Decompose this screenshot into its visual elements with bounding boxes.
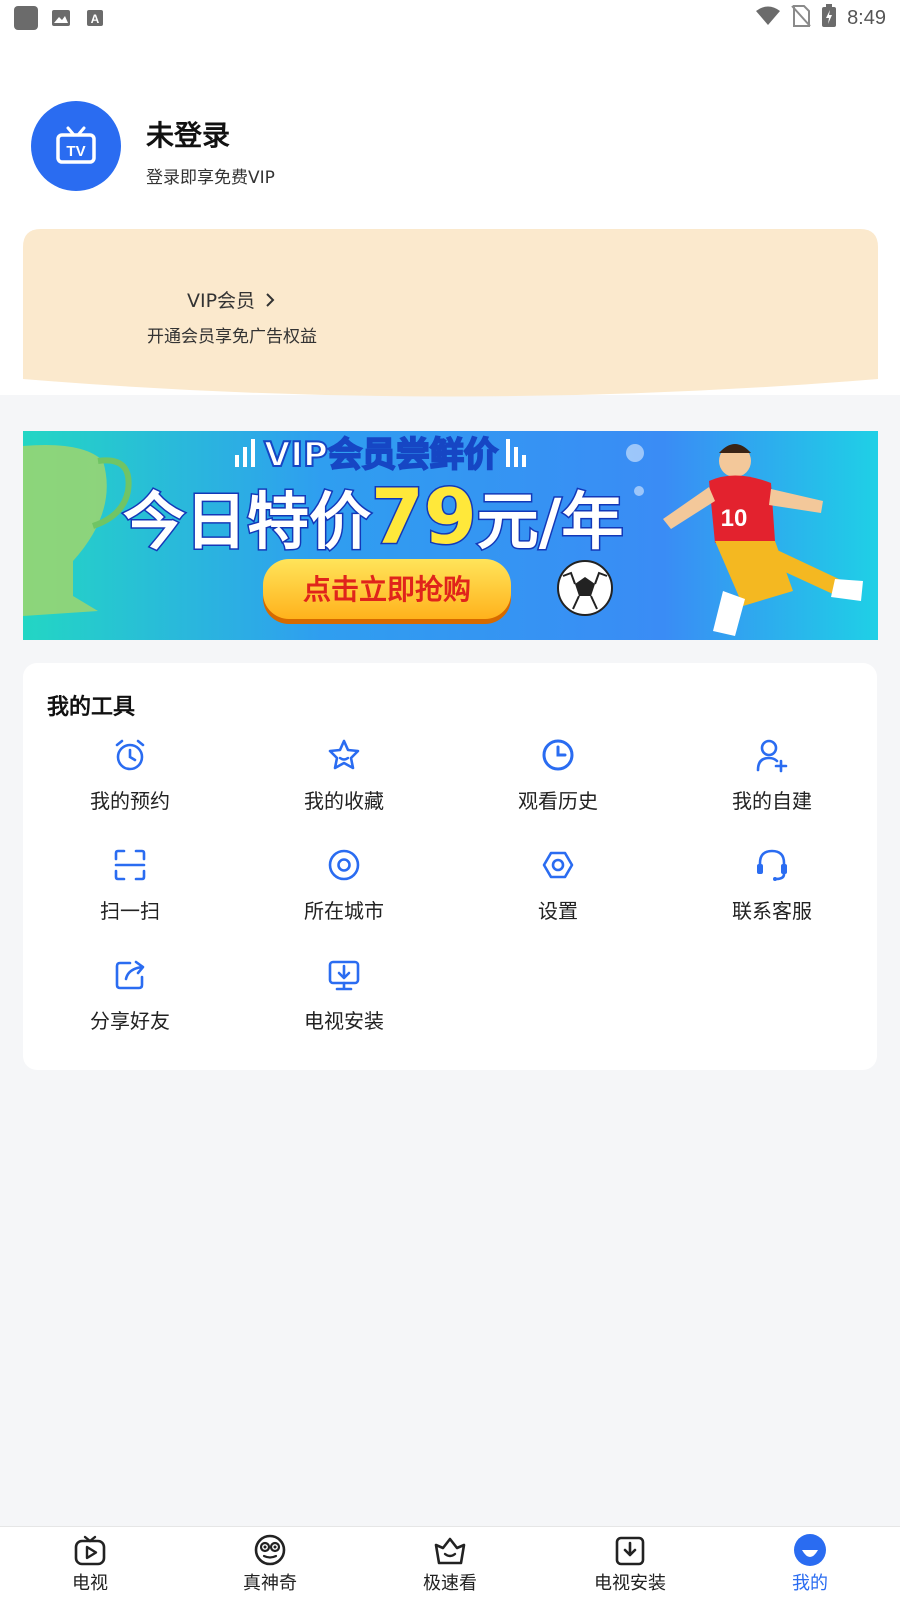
image-notification-icon: [50, 7, 72, 29]
app-notification-icon: [14, 6, 38, 30]
tool-customer-service[interactable]: 联系客服: [665, 841, 879, 941]
share-icon: [115, 960, 145, 990]
vip-subtitle: 开通会员享免广告权益: [147, 327, 317, 347]
profile-icon: [794, 1534, 826, 1566]
nav-label: 真神奇: [243, 1573, 297, 1594]
tv-icon: TV: [56, 126, 96, 164]
location-pin-icon: [328, 849, 360, 881]
tool-label: 设置: [538, 899, 578, 923]
tool-reservation[interactable]: 我的预约: [23, 731, 237, 831]
tool-label: 分享好友: [90, 1009, 170, 1033]
headset-icon: [757, 849, 787, 881]
nav-label: 极速看: [423, 1573, 477, 1594]
soccer-ball-icon: [557, 560, 613, 616]
banner-headline: VIP会员尝鲜价: [264, 435, 498, 475]
add-user-icon: [756, 739, 788, 773]
tool-tv-install[interactable]: 电视安装: [237, 951, 451, 1051]
tool-share[interactable]: 分享好友: [23, 951, 237, 1051]
tool-self-built[interactable]: 我的自建: [665, 731, 879, 831]
tool-label: 电视安装: [304, 1009, 384, 1033]
tools-card: 我的工具 我的预约 我的收藏 观看历史 我的自建 扫一扫 所在城市 设置 联系客…: [23, 663, 877, 1070]
tool-favorites[interactable]: 我的收藏: [237, 731, 451, 831]
nav-tv[interactable]: 电视: [0, 1527, 180, 1601]
tool-label: 扫一扫: [100, 899, 160, 923]
vip-title[interactable]: VIP会员: [187, 286, 275, 313]
tool-scan[interactable]: 扫一扫: [23, 841, 237, 941]
svg-text:TV: TV: [66, 143, 85, 160]
battery-charging-icon: [821, 4, 837, 32]
promo-banner[interactable]: VIP会员尝鲜价 今日特价79元/年 点击立即抢购 10: [23, 431, 878, 640]
tool-label: 我的自建: [732, 789, 812, 813]
buy-now-label: 点击立即抢购: [303, 573, 471, 606]
nav-tv-install[interactable]: 电视安装: [540, 1527, 720, 1601]
chevron-right-icon: [266, 292, 275, 307]
banner-price-line: 今日特价79元/年: [123, 472, 623, 561]
tool-settings[interactable]: 设置: [451, 841, 665, 941]
tool-label: 我的预约: [90, 789, 170, 813]
bottom-nav: 电视 真神奇 极速看 电视安装 我的: [0, 1526, 900, 1601]
scan-icon: [114, 849, 146, 881]
tv-download-icon: [328, 960, 360, 991]
banner-price: 79: [371, 472, 477, 561]
banner-price-prefix: 今日特价: [123, 485, 371, 558]
clock-icon: [542, 739, 574, 771]
banner-price-suffix: 元/年: [477, 485, 624, 558]
eyes-icon: [254, 1534, 286, 1566]
crown-basket-icon: [434, 1537, 466, 1565]
login-prompt[interactable]: 登录即享免费VIP: [146, 163, 275, 188]
nav-amazing[interactable]: 真神奇: [180, 1527, 360, 1601]
nav-mine[interactable]: 我的: [720, 1527, 900, 1601]
no-sim-icon: [791, 5, 811, 31]
wifi-icon: [755, 6, 781, 30]
tool-history[interactable]: 观看历史: [451, 731, 665, 831]
status-time: 8:49: [847, 6, 886, 29]
vip-title-label: VIP会员: [187, 290, 256, 312]
avatar[interactable]: TV: [31, 101, 121, 191]
jersey-number: 10: [721, 505, 748, 532]
status-bar: A 8:49: [0, 0, 900, 38]
user-name[interactable]: 未登录: [146, 114, 230, 154]
vip-card[interactable]: [23, 229, 878, 409]
star-icon: [328, 739, 360, 770]
tool-label: 所在城市: [304, 899, 384, 923]
tool-label: 联系客服: [732, 899, 812, 923]
tools-title: 我的工具: [47, 695, 136, 720]
alarm-clock-icon: [115, 739, 145, 771]
download-box-icon: [615, 1536, 645, 1566]
svg-text:A: A: [91, 12, 100, 26]
nav-fast-watch[interactable]: 极速看: [360, 1527, 540, 1601]
nav-label: 电视安装: [594, 1573, 666, 1594]
font-notification-icon: A: [84, 7, 106, 29]
tool-city[interactable]: 所在城市: [237, 841, 451, 941]
play-tv-icon: [74, 1535, 106, 1566]
settings-hex-icon: [542, 851, 574, 879]
tool-label: 观看历史: [518, 789, 598, 813]
nav-label: 电视: [72, 1573, 108, 1594]
tool-label: 我的收藏: [304, 789, 384, 813]
nav-label: 我的: [792, 1573, 828, 1594]
